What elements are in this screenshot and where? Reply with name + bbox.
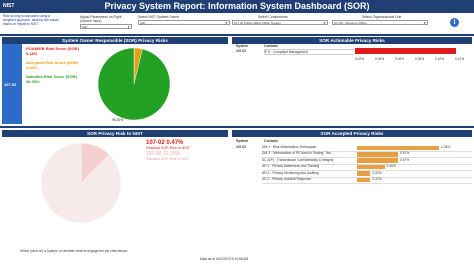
accepted-value-label: 0.45% xyxy=(386,164,396,169)
legend-value-satisfied: 96.30% xyxy=(26,79,40,84)
axis-tick-label: 0.12% xyxy=(455,57,465,61)
accepted-control-label: DM-3 · Minimization of PII Used in Testi… xyxy=(262,151,334,156)
actionable-control[interactable]: IP-4 · Complaint Management xyxy=(264,49,354,55)
nist-accepted-label: Satisfied SOR Risk to NIST xyxy=(146,157,190,161)
accepted-bar[interactable] xyxy=(357,164,385,170)
accepted-row[interactable]: SE-2 · Privacy Incident Response 0.22% xyxy=(262,177,472,184)
accepted-bar[interactable] xyxy=(357,145,439,151)
chevron-down-icon: ▼ xyxy=(423,21,426,25)
owner-system-id: 107.02 xyxy=(4,82,17,87)
accepted-control-label: AR-4 · Privacy Monitoring and Auditing xyxy=(262,170,319,175)
filter-separator xyxy=(0,34,474,36)
nist-footer-note: Select (click on) a System on another ch… xyxy=(20,249,129,253)
actionable-axis: 0.02% 0.04% 0.06% 0.08% 0.10% 0.12% xyxy=(355,57,470,62)
org-dropdown[interactable]: OU 08 - Director's Office ▼ xyxy=(332,20,428,25)
accepted-bar[interactable] xyxy=(357,158,398,163)
accepted-value-label: 0.67% xyxy=(400,157,410,162)
accepted-control-label: DM-1 · Risk Minimization Techniques xyxy=(262,145,317,149)
owner-pie-label: 96.30% xyxy=(112,118,124,122)
nist-legend: 107-02 0.47% Residual SOR Risk to NIST 1… xyxy=(146,140,226,161)
accepted-bar[interactable] xyxy=(357,151,398,157)
accepted-control-label: AP-1 · Privacy Awareness and Training xyxy=(262,164,320,169)
accepted-control-label: SE-2 · Privacy Incident Response xyxy=(262,177,312,181)
accepted-value-label: 0.22% xyxy=(372,170,382,175)
actionable-bar[interactable] xyxy=(355,48,456,54)
axis-tick-label: 0.08% xyxy=(415,57,425,61)
accepted-panel-header: SOR Accepted Privacy Risks xyxy=(232,130,472,137)
accepted-col-system: System xyxy=(236,139,249,143)
owner-dropdown[interactable]: (All) ▼ xyxy=(138,20,230,25)
accepted-value-label: 0.22% xyxy=(372,177,382,181)
accepted-value-label: 0.67% xyxy=(400,151,410,156)
adjust-dropdown[interactable]: (All) ▼ xyxy=(80,24,132,29)
axis-tick-label: 0.06% xyxy=(395,57,405,61)
data-date: Data as of 6/10/2019 9:14:58 AM xyxy=(200,257,249,261)
axis-tick-label: 0.04% xyxy=(375,57,385,61)
actionable-col-controls: Controls xyxy=(264,44,278,48)
nist-pie-chart[interactable] xyxy=(40,142,122,224)
accepted-system-id: 107.02 xyxy=(236,145,247,149)
pie-slice-satisfied[interactable] xyxy=(97,47,171,121)
actionable-system-id: 107.02 xyxy=(236,49,247,53)
chevron-down-icon: ▼ xyxy=(127,25,130,29)
legend-value-poam: 0.18% xyxy=(26,51,38,56)
actionable-col-system: System xyxy=(236,44,249,48)
chevron-down-icon: ▼ xyxy=(323,21,326,25)
owner-panel-header: System Owner Responsible (SOR) Privacy R… xyxy=(2,37,228,44)
info-icon[interactable]: i xyxy=(450,18,459,27)
axis-tick-label: 0.10% xyxy=(435,57,445,61)
accepted-rows: DM-1 · Risk Minimization Techniques 1.34%… xyxy=(262,145,472,191)
chevron-down-icon: ▼ xyxy=(225,21,228,25)
actionable-panel-header: SOR Actionable Privacy Risks xyxy=(232,37,472,44)
owner-label: Select NIST System Owner xyxy=(138,15,180,19)
accepted-value-label: 1.34% xyxy=(441,145,451,149)
owner-pie-chart[interactable] xyxy=(96,46,172,122)
row-separator xyxy=(0,126,474,128)
owner-system-bar[interactable]: 107.02 xyxy=(2,44,22,124)
accepted-bar[interactable] xyxy=(357,171,371,176)
org-label: Select Organizational Unit xyxy=(362,15,402,19)
accepted-col-controls: Controls xyxy=(264,139,278,143)
risk-note: Risk scoring is calculated using a weigh… xyxy=(3,14,59,26)
component-label: Select Components xyxy=(258,15,288,19)
adjust-label: Adjust Parameters on Right (Source Input… xyxy=(80,15,122,23)
legend-value-accepted: 3.60% xyxy=(26,65,38,70)
component-dropdown[interactable]: 107.02 Public Affairs Office System ▼ xyxy=(232,20,328,25)
accepted-control-label: SC-8(P) · Transmission Confidentiality &… xyxy=(262,157,334,162)
axis-tick-label: 0.02% xyxy=(355,57,365,61)
accepted-bar[interactable] xyxy=(357,177,371,183)
nist-residual-label: Residual SOR Risk to NIST xyxy=(146,146,190,150)
page-title: Privacy System Report: Information Syste… xyxy=(104,1,370,11)
nist-panel-header: SOR Privacy Risk to NIST xyxy=(2,130,228,137)
owner-legend: POAM/EB Risk Score (SOR) 0.18% Accepted … xyxy=(26,46,86,84)
